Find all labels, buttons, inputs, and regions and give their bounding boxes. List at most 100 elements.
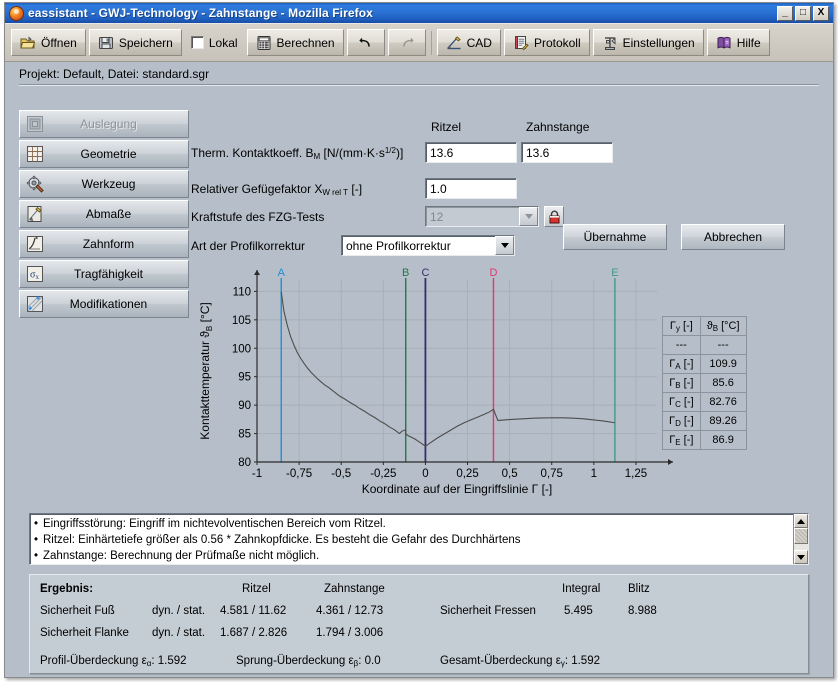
window-title: eassistant - GWJ-Technology - Zahnstange… [28,6,373,20]
input-bm-pinion[interactable]: 13.6 [425,142,517,163]
firefox-icon [9,5,24,21]
gamma-table-value-cell: 109.9 [699,354,747,374]
row-label-thermal-unit-post: )] [395,146,404,160]
close-icon: X [817,7,825,18]
gamma-table-value-cell: --- [699,335,747,355]
chart-x-tick-label: 0,75 [541,468,563,480]
gamma-table-label-cell: --- [662,335,701,355]
result-col-blitz: Blitz [628,583,650,595]
result-col-pinion: Ritzel [242,583,271,595]
open-button[interactable]: Öffnen [11,29,86,56]
chart-marker-label-E: E [611,267,618,279]
minimize-button[interactable]: _ [777,5,793,21]
sidebar-item-tragfaehigkeit[interactable]: σ x Tragfähigkeit [19,260,189,288]
chart-marker-label-C: C [421,267,429,279]
checkbox-icon[interactable] [190,36,204,49]
overlap-total-value: : 1.592 [564,655,600,667]
result-foot-label: Sicherheit Fuß [40,605,115,617]
sidebar-item-zahnform-label: Zahnform [82,237,135,251]
lokal-checkbox[interactable]: Lokal [185,36,244,50]
protocol-button-label: Protokoll [533,35,581,50]
row-label-xw-main: Relativer Gefügefaktor X [191,182,323,196]
undo-button[interactable] [346,29,385,56]
settings-button[interactable]: Einstellungen [592,29,704,56]
combo-profile-correction[interactable]: ohne Profilkorrektur [341,235,515,256]
gamma-table: Γy [-] ϑB [°C] --- --- ΓA [-] 109.9 ΓB [-] 85.6… [662,316,747,450]
bullet-icon: • [34,550,39,562]
gamma-table-label-cell: ΓD [-] [662,411,701,431]
combo-profile-correction-value: ohne Profilkorrektur [346,238,451,253]
layout-icon [27,116,43,132]
sidebar-item-auslegung-label: Auslegung [80,117,137,131]
gamma-table-row: ΓD [-] 89.26 [662,411,747,431]
scrollbar-thumb[interactable] [794,528,808,544]
app-root: eassistant - GWJ-Technology - Zahnstange… [0,0,838,682]
sidebar-item-auslegung[interactable]: Auslegung [19,110,189,138]
padlock-icon [549,210,559,223]
window-controls: _ □ X [777,5,831,21]
save-button[interactable]: Speichern [88,29,182,56]
client-area: Öffnen Speichern Lokal Berechnen CAD Pro… [5,23,833,677]
gamma-table-row: ΓB [-] 85.6 [662,373,747,393]
cad-button[interactable]: CAD [436,29,501,56]
chart-x-tick-label: -0,5 [331,468,351,480]
report-icon [514,35,529,50]
chevron-down-icon[interactable] [519,207,538,226]
sidebar-item-modifikationen[interactable]: Modifikationen [19,290,189,318]
chart-y-tick-label: 85 [238,429,251,441]
gamma-table-row: --- --- [662,335,747,355]
chart-y-tick-label: 105 [232,315,251,327]
message-text: Ritzel: Einhärtetiefe größer als 0.56 * … [43,534,521,546]
cancel-button[interactable]: Abbrechen [681,224,785,250]
scroll-down-icon[interactable] [794,550,808,564]
row-label-profile-correction-type: Art der Profilkorrektur [191,239,306,253]
chart-data-line [280,291,615,447]
maximize-button[interactable]: □ [795,5,811,21]
chart-x-tick-label: -1 [252,468,262,480]
chevron-down-icon-2[interactable] [495,236,514,255]
toolbar-separator [430,30,432,55]
overlap-step-value: : 0.0 [358,655,381,667]
chart-x-axis-arrow [668,459,673,465]
apply-button[interactable]: Übernahme [563,224,667,250]
row-label-fzg-load-stage: Kraftstufe des FZG-Tests [191,210,325,224]
combo-fzg-load-stage[interactable]: 12 [425,206,539,227]
scroll-up-icon[interactable] [794,514,808,528]
message-item: • Ritzel: Einhärtetiefe größer als 0.56 *… [34,532,793,548]
sidebar-item-werkzeug[interactable]: Werkzeug [19,170,189,198]
protocol-button[interactable]: Protokoll [503,29,590,56]
message-list: • Eingriffsstörung: Eingriff im nichtevol… [30,514,793,564]
help-book-icon [717,36,731,49]
gamma-table-label-cell: ΓB [-] [662,373,701,393]
column-header-pinion: Ritzel [431,120,462,134]
sidebar-item-werkzeug-label: Werkzeug [81,177,136,191]
gamma-table-row: ΓA [-] 109.9 [662,354,747,374]
input-bm-rack[interactable]: 13.6 [521,142,613,163]
result-scuffing-integral: 5.495 [564,605,593,617]
chart-x-tick-label: 0,5 [502,468,518,480]
gamma-table-value-cell: 86.9 [699,430,747,450]
result-scuffing-label: Sicherheit Fressen [440,605,536,617]
help-button[interactable]: Hilfe [706,29,770,56]
column-header-rack: Zahnstange [526,120,590,134]
sidebar-item-geometrie[interactable]: Geometrie [19,140,189,168]
sidebar-item-zahnform[interactable]: Zahnform [19,230,189,258]
svg-text:x: x [36,273,40,281]
redo-button[interactable] [387,29,426,56]
lock-button[interactable] [544,206,564,227]
message-scrollbar[interactable] [793,514,808,564]
chart-marker-label-D: D [489,267,497,279]
close-button[interactable]: X [813,5,829,21]
sidebar-item-abmasse[interactable]: Abmaße [19,200,189,228]
result-scuffing-blitz: 8.988 [628,605,657,617]
bullet-icon: • [34,534,39,546]
contact-temperature-chart: A B C D E 80 85 90 95 100 105 110 -1 -0,75 -0,5 -0,25 0 0… [195,264,675,496]
message-item: • Zahnstange: Berechnung der Prüfmaße nic… [34,548,793,564]
chart-y-axis-arrow [254,270,260,275]
chart-y-axis-title: Kontakttemperatur ϑB [°C] [198,302,214,439]
input-xwrelt[interactable]: 1.0 [425,178,517,199]
calculate-button[interactable]: Berechnen [246,29,344,56]
gamma-table-label-cell: ΓA [-] [662,354,701,374]
result-overlap-profile: Profil-Überdeckung εα: 1.592 [40,655,187,668]
chart-marker-label-A: A [278,267,286,279]
